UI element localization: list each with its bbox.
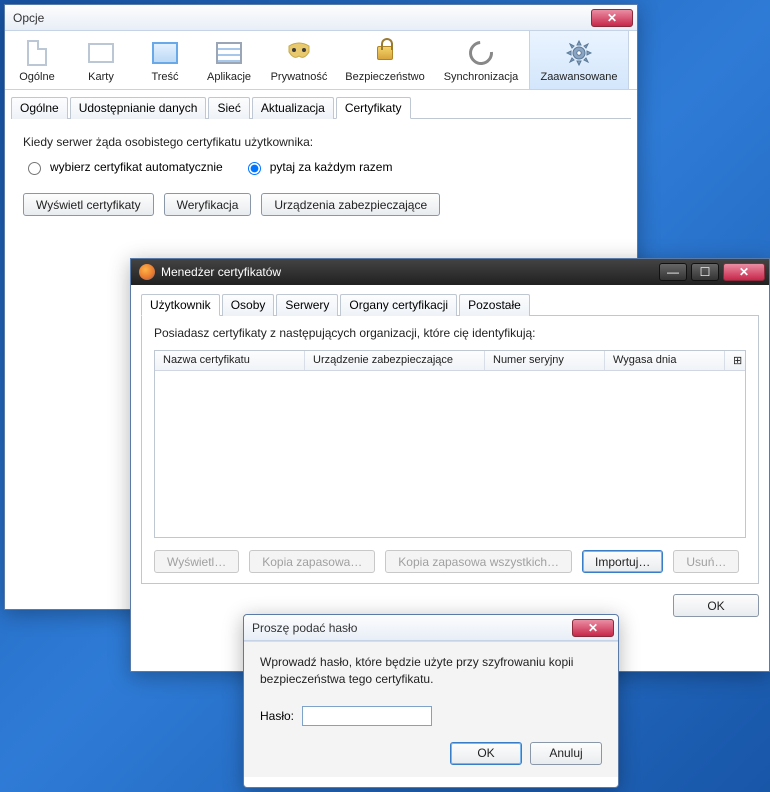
password-input[interactable] bbox=[302, 706, 432, 726]
radio-ask[interactable]: pytaj za każdym razem bbox=[243, 159, 393, 175]
cert-view-button: Wyświetl… bbox=[154, 550, 239, 573]
toolbar-label: Aplikacje bbox=[199, 71, 259, 83]
radio-ask-label: pytaj za każdym razem bbox=[270, 160, 393, 174]
tab-serwery[interactable]: Serwery bbox=[276, 294, 338, 316]
radio-auto-input[interactable] bbox=[28, 162, 41, 175]
toolbar-ogolne[interactable]: Ogólne bbox=[5, 31, 69, 89]
cert-buttons-row: Wyświetl certyfikaty Weryfikacja Urządze… bbox=[23, 193, 619, 216]
pwdlg-body: Wprowadź hasło, które będzie użyte przy … bbox=[244, 641, 618, 777]
subtabs: Ogólne Udostępnianie danych Sieć Aktuali… bbox=[11, 96, 631, 119]
maximize-icon: ☐ bbox=[700, 265, 711, 279]
pwdlg-input-row: Hasło: bbox=[260, 706, 602, 726]
certmgr-body: Użytkownik Osoby Serwery Organy certyfik… bbox=[131, 285, 769, 629]
certmgr-titlebar[interactable]: Menedżer certyfikatów — ☐ ✕ bbox=[131, 259, 769, 285]
toolbar-label: Ogólne bbox=[7, 71, 67, 83]
pwdlg-title: Proszę podać hasło bbox=[252, 621, 568, 635]
col-serial[interactable]: Numer seryjny bbox=[485, 351, 605, 370]
apps-icon bbox=[199, 37, 259, 69]
certmgr-close-button[interactable]: ✕ bbox=[723, 263, 765, 281]
sync-icon bbox=[435, 37, 527, 69]
gear-icon bbox=[532, 37, 626, 69]
toolbar-tresc[interactable]: Treść bbox=[133, 31, 197, 89]
pwdlg-label: Hasło: bbox=[260, 709, 294, 723]
options-title: Opcje bbox=[13, 11, 587, 25]
cert-prompt-text: Kiedy serwer żąda osobistego certyfikatu… bbox=[23, 135, 619, 149]
certmgr-minimize-button[interactable]: — bbox=[659, 263, 687, 281]
radio-auto-label: wybierz certyfikat automatycznie bbox=[50, 160, 223, 174]
col-device[interactable]: Urządzenie zabezpieczające bbox=[305, 351, 485, 370]
subtab-udostepnianie[interactable]: Udostępnianie danych bbox=[70, 97, 207, 119]
toolbar-karty[interactable]: Karty bbox=[69, 31, 133, 89]
options-toolbar: Ogólne Karty Treść Aplikacje Prywatność bbox=[5, 31, 637, 90]
certmgr-ok-row: OK bbox=[141, 584, 759, 617]
col-name[interactable]: Nazwa certyfikatu bbox=[155, 351, 305, 370]
pwdlg-button-row: OK Anuluj bbox=[260, 742, 602, 765]
cert-radio-group: wybierz certyfikat automatycznie pytaj z… bbox=[23, 159, 619, 175]
close-icon: ✕ bbox=[588, 621, 598, 635]
close-icon: ✕ bbox=[607, 11, 617, 25]
certmgr-panel: Posiadasz certyfikaty z następujących or… bbox=[141, 316, 759, 584]
verification-button[interactable]: Weryfikacja bbox=[164, 193, 252, 216]
tabs-icon bbox=[71, 37, 131, 69]
password-dialog: Proszę podać hasło ✕ Wprowadź hasło, któ… bbox=[243, 614, 619, 788]
toolbar-zaawansowane[interactable]: Zaawansowane bbox=[529, 31, 629, 89]
pwdlg-ok-button[interactable]: OK bbox=[450, 742, 522, 765]
certmgr-ok-button[interactable]: OK bbox=[673, 594, 759, 617]
column-picker-icon[interactable]: ⊞ bbox=[725, 351, 745, 370]
page-icon bbox=[7, 37, 67, 69]
toolbar-bezpieczenstwo[interactable]: Bezpieczeństwo bbox=[337, 31, 433, 89]
subtab-siec[interactable]: Sieć bbox=[208, 97, 249, 119]
toolbar-label: Prywatność bbox=[263, 71, 335, 83]
certmgr-description: Posiadasz certyfikaty z następujących or… bbox=[154, 326, 746, 340]
options-close-button[interactable]: ✕ bbox=[591, 9, 633, 27]
security-devices-button[interactable]: Urządzenia zabezpieczające bbox=[261, 193, 440, 216]
cert-backup-button: Kopia zapasowa… bbox=[249, 550, 375, 573]
tab-pozostale[interactable]: Pozostałe bbox=[459, 294, 530, 316]
pwdlg-titlebar[interactable]: Proszę podać hasło ✕ bbox=[244, 615, 618, 641]
tab-osoby[interactable]: Osoby bbox=[222, 294, 275, 316]
tab-uzytkownik[interactable]: Użytkownik bbox=[141, 294, 220, 316]
toolbar-label: Treść bbox=[135, 71, 195, 83]
radio-ask-input[interactable] bbox=[248, 162, 261, 175]
subtab-certyfikaty[interactable]: Certyfikaty bbox=[336, 97, 411, 119]
cert-import-button[interactable]: Importuj… bbox=[582, 550, 663, 573]
cert-table[interactable]: Nazwa certyfikatu Urządzenie zabezpiecza… bbox=[154, 350, 746, 538]
certmgr-maximize-button[interactable]: ☐ bbox=[691, 263, 719, 281]
cert-manager-window: Menedżer certyfikatów — ☐ ✕ Użytkownik O… bbox=[130, 258, 770, 672]
tab-organy[interactable]: Organy certyfikacji bbox=[340, 294, 457, 316]
close-icon: ✕ bbox=[739, 265, 749, 279]
toolbar-label: Synchronizacja bbox=[435, 71, 527, 83]
cert-table-header: Nazwa certyfikatu Urządzenie zabezpiecza… bbox=[155, 351, 745, 371]
col-expires[interactable]: Wygasa dnia bbox=[605, 351, 725, 370]
cert-delete-button: Usuń… bbox=[673, 550, 739, 573]
certmgr-title: Menedżer certyfikatów bbox=[161, 265, 655, 279]
lock-icon bbox=[339, 37, 431, 69]
cert-backup-all-button: Kopia zapasowa wszystkich… bbox=[385, 550, 572, 573]
toolbar-synchronizacja[interactable]: Synchronizacja bbox=[433, 31, 529, 89]
options-body: Ogólne Karty Treść Aplikacje Prywatność bbox=[5, 31, 637, 232]
subtab-aktualizacja[interactable]: Aktualizacja bbox=[252, 97, 334, 119]
pwdlg-text: Wprowadź hasło, które będzie użyte przy … bbox=[260, 654, 602, 688]
toolbar-prywatnosc[interactable]: Prywatność bbox=[261, 31, 337, 89]
pwdlg-close-button[interactable]: ✕ bbox=[572, 619, 614, 637]
radio-auto[interactable]: wybierz certyfikat automatycznie bbox=[23, 159, 223, 175]
certmgr-buttons: Wyświetl… Kopia zapasowa… Kopia zapasowa… bbox=[154, 550, 746, 573]
firefox-icon bbox=[139, 264, 155, 280]
certmgr-tabs: Użytkownik Osoby Serwery Organy certyfik… bbox=[141, 293, 759, 316]
toolbar-label: Bezpieczeństwo bbox=[339, 71, 431, 83]
content-icon bbox=[135, 37, 195, 69]
pwdlg-cancel-button[interactable]: Anuluj bbox=[530, 742, 602, 765]
subtab-ogolne[interactable]: Ogólne bbox=[11, 97, 68, 119]
toolbar-label: Zaawansowane bbox=[532, 71, 626, 83]
certificates-panel: Kiedy serwer żąda osobistego certyfikatu… bbox=[5, 119, 637, 232]
mask-icon bbox=[263, 37, 335, 69]
options-titlebar[interactable]: Opcje ✕ bbox=[5, 5, 637, 31]
toolbar-label: Karty bbox=[71, 71, 131, 83]
view-certificates-button[interactable]: Wyświetl certyfikaty bbox=[23, 193, 154, 216]
minimize-icon: — bbox=[667, 265, 679, 279]
toolbar-aplikacje[interactable]: Aplikacje bbox=[197, 31, 261, 89]
